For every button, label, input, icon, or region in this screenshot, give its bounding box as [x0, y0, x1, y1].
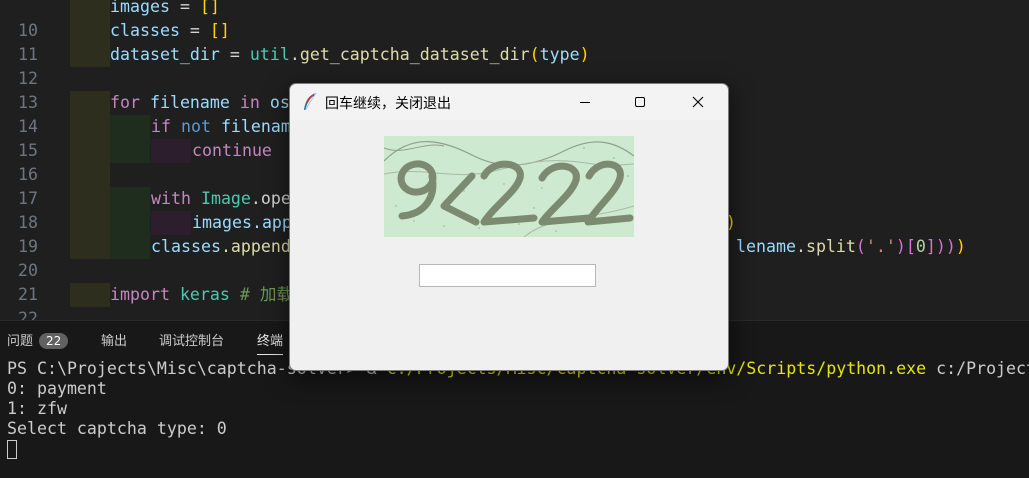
code-line: 11 classes = [] — [0, 19, 1029, 64]
feather-icon — [304, 92, 317, 111]
terminal-line: 0: payment — [7, 379, 107, 398]
problems-count-badge: 22 — [39, 333, 69, 349]
maximize-button[interactable] — [617, 84, 663, 120]
close-icon — [692, 96, 704, 108]
title-bar[interactable]: 回车继续，关闭退出 — [290, 84, 728, 120]
minimize-button[interactable] — [562, 84, 608, 120]
terminal-cursor — [7, 440, 17, 459]
tab-debug-console[interactable]: 调试控制台 — [159, 330, 224, 349]
code-line: 12 dataset_dir = util.get_captcha_datase… — [0, 43, 1029, 88]
terminal-line: Select captcha type: 0 — [7, 419, 227, 438]
maximize-icon — [635, 97, 645, 107]
window-title: 回车继续，关闭退出 — [325, 96, 451, 112]
tab-problems[interactable]: 问题 22 — [7, 330, 69, 349]
captcha-image — [384, 136, 634, 237]
code-line: 10 images = [] — [0, 0, 1029, 40]
tab-output[interactable]: 输出 — [101, 330, 127, 349]
captcha-answer-input[interactable] — [419, 264, 596, 287]
line-number: 22 — [18, 309, 38, 320]
close-button[interactable] — [675, 84, 721, 120]
terminal[interactable]: PS C:\Projects\Misc\captcha-solver> & c:… — [7, 359, 1029, 459]
minimize-icon — [580, 102, 590, 103]
tab-terminal[interactable]: 终端 — [257, 330, 284, 355]
terminal-line: 1: zfw — [7, 399, 67, 418]
terminal-line — [7, 439, 1029, 459]
captcha-dialog-window: 回车继续，关闭退出 — [289, 83, 729, 371]
